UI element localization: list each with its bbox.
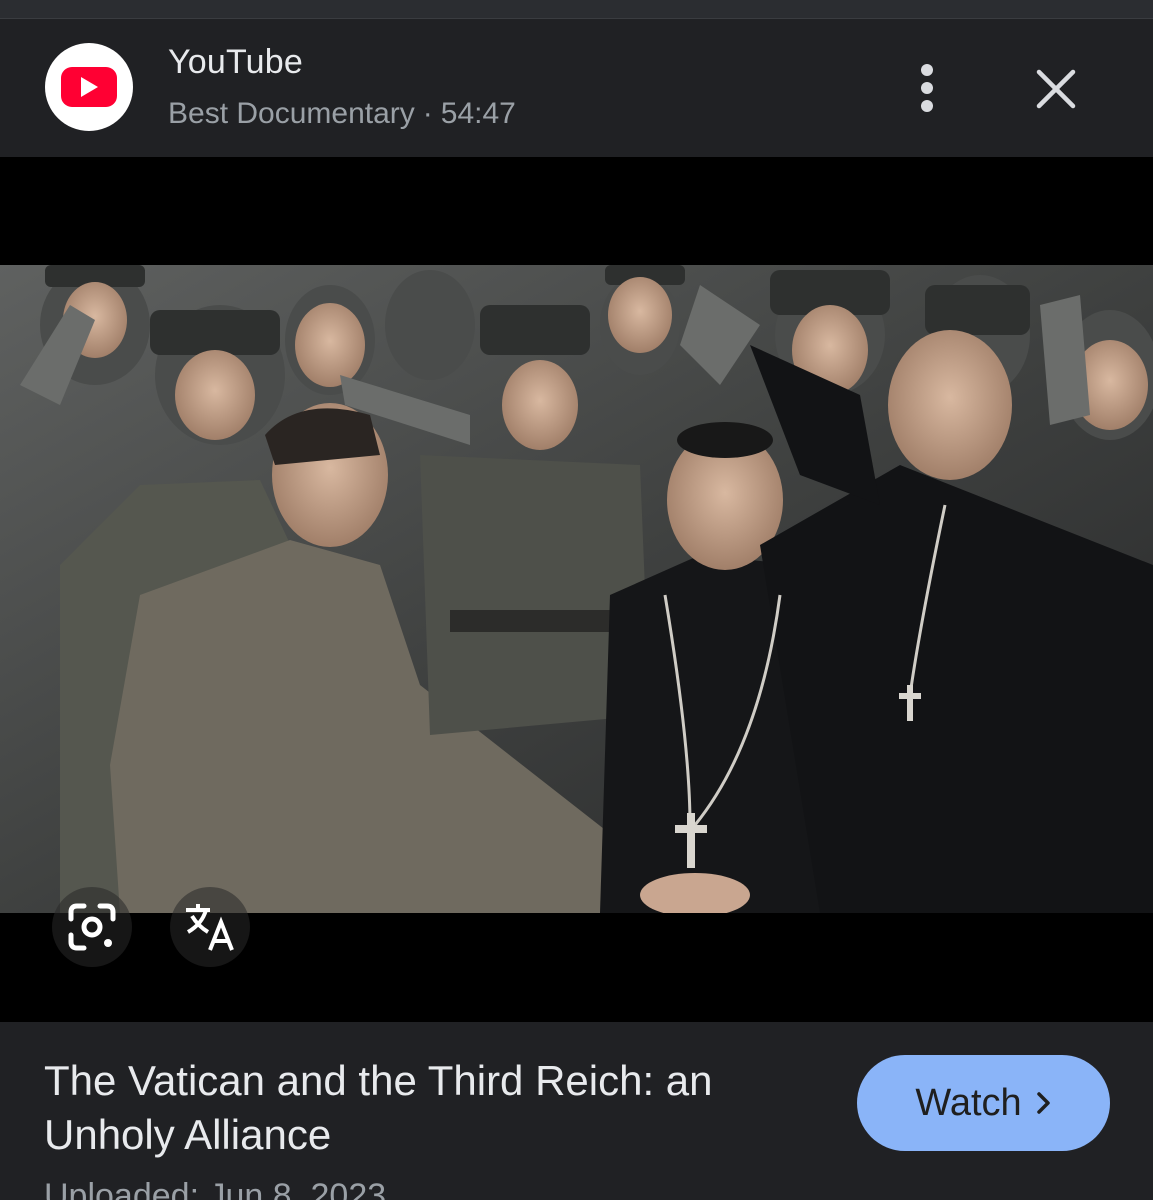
video-duration: 54:47 bbox=[440, 97, 516, 130]
youtube-preview-sheet: YouTube Best Documentary · 54:47 The Vat… bbox=[0, 0, 1153, 1200]
youtube-play-icon bbox=[61, 67, 117, 107]
google-lens-icon bbox=[68, 903, 116, 951]
more-options-button[interactable] bbox=[900, 59, 954, 117]
chevron-right-icon bbox=[1036, 1091, 1052, 1115]
meta-separator: · bbox=[422, 97, 433, 130]
translate-button[interactable] bbox=[170, 887, 250, 967]
translate-icon bbox=[186, 904, 234, 951]
video-thumbnail bbox=[0, 265, 1153, 913]
channel-avatar[interactable] bbox=[45, 43, 133, 131]
more-vertical-icon bbox=[921, 64, 933, 112]
upload-date: Uploaded: Jun 8, 2023 bbox=[44, 1177, 387, 1200]
watch-button[interactable]: Watch bbox=[857, 1055, 1110, 1151]
channel-name: Best Documentary bbox=[168, 97, 415, 130]
google-lens-button[interactable] bbox=[52, 887, 132, 967]
video-info: The Vatican and the Third Reich: an Unho… bbox=[0, 1022, 1153, 1200]
video-header: YouTube Best Documentary · 54:47 bbox=[0, 19, 1153, 157]
close-icon bbox=[1036, 69, 1076, 109]
top-strip bbox=[0, 0, 1153, 19]
video-title[interactable]: The Vatican and the Third Reich: an Unho… bbox=[44, 1054, 824, 1162]
close-button[interactable] bbox=[1026, 59, 1086, 119]
video-preview[interactable] bbox=[0, 157, 1153, 1022]
channel-meta: Best Documentary · 54:47 bbox=[168, 97, 516, 131]
watch-label: Watch bbox=[915, 1081, 1022, 1124]
app-name: YouTube bbox=[168, 43, 304, 81]
